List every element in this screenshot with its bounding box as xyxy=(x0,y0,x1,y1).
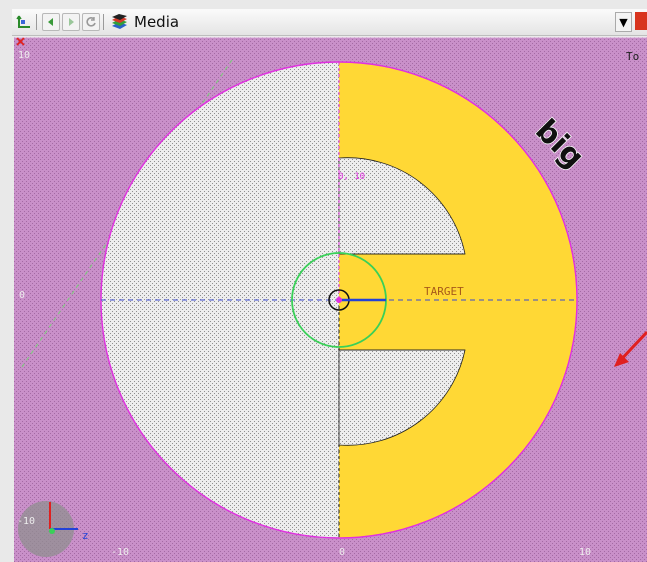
geometry-canvas: big TARGET 0, 10 z xyxy=(14,37,647,562)
y-zero-label: 0 xyxy=(19,290,26,301)
geometry-viewport[interactable]: big TARGET 0, 10 z 10 To 0 -10 -10 0 10 xyxy=(14,37,647,562)
x-zero-label: 0 xyxy=(339,547,346,558)
y-bottom-label: -10 xyxy=(17,516,36,527)
move-right-icon[interactable] xyxy=(62,13,80,31)
triangle-icon[interactable] xyxy=(635,12,647,30)
origin-dot xyxy=(336,297,342,303)
y-top-label: 10 xyxy=(18,50,31,61)
toolbar: Media ▼ xyxy=(12,9,647,36)
media-layers-icon[interactable] xyxy=(110,13,128,31)
axes-icon[interactable] xyxy=(15,13,33,31)
z-axis-label: z xyxy=(82,529,89,542)
media-window: Media ▼ big TARGET 0, 10 z 10 To 0 -10 -… xyxy=(0,0,647,562)
x-right-label: 10 xyxy=(579,547,592,558)
coord-label: 0, 10 xyxy=(338,172,365,182)
dropdown-arrow-icon[interactable]: ▼ xyxy=(615,12,632,32)
panel-title: Media xyxy=(134,13,180,31)
x-axis-icon xyxy=(49,528,55,534)
target-label: TARGET xyxy=(424,285,464,298)
corner-right-label: To xyxy=(626,50,640,63)
x-left-label: -10 xyxy=(111,547,130,558)
refresh-icon[interactable] xyxy=(82,13,100,31)
toolbar-separator xyxy=(36,14,37,30)
toolbar-separator xyxy=(103,14,104,30)
move-left-icon[interactable] xyxy=(42,13,60,31)
